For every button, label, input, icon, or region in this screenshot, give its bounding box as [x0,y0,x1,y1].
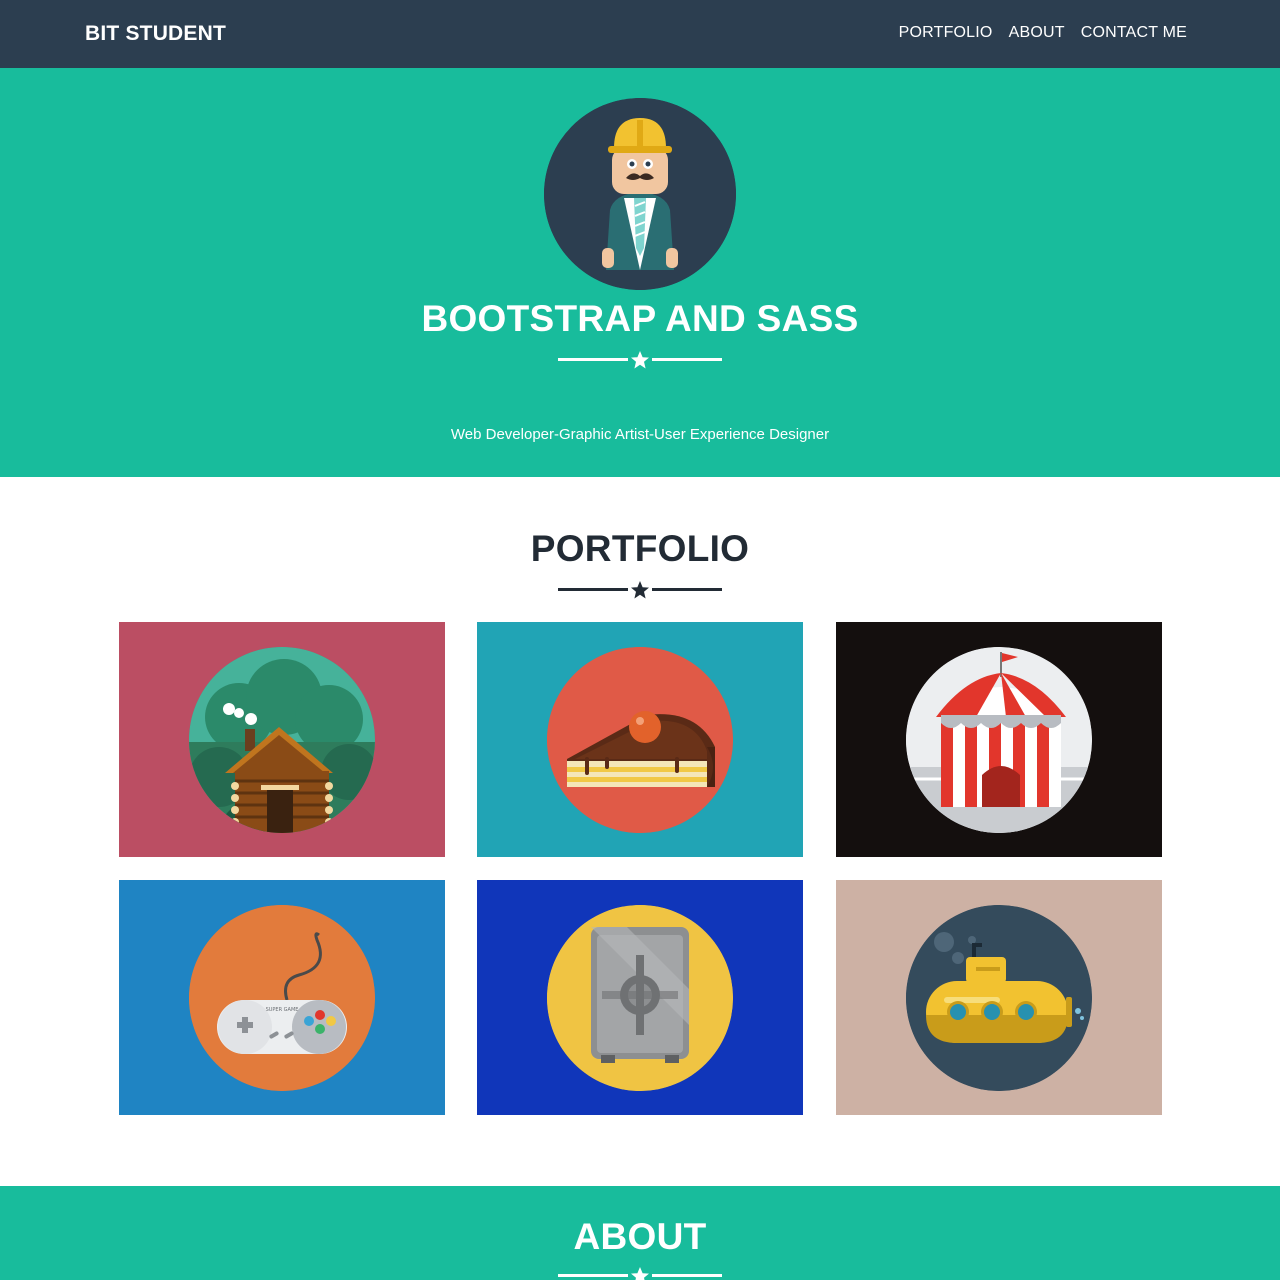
divider-line-right [652,1274,722,1277]
portfolio-item-circus[interactable] [836,622,1162,857]
portfolio-item-controller[interactable]: SUPER GAME [119,880,445,1115]
cake-icon [547,647,733,833]
star-icon [631,581,649,599]
portfolio-item-cake[interactable] [477,622,803,857]
star-icon [631,1267,649,1280]
portfolio-divider [558,580,722,600]
divider-line-left [558,358,628,361]
avatar-icon [544,98,736,290]
hero-divider [558,350,722,370]
circus-tent-icon [906,647,1092,833]
avatar [544,98,736,290]
divider-line-right [652,358,722,361]
hero-title: BOOTSTRAP AND SASS [421,298,859,339]
hero-subtitle: Web Developer-Graphic Artist-User Experi… [450,426,830,443]
controller-label: SUPER GAME [266,1007,299,1013]
portfolio-item-submarine[interactable] [836,880,1162,1115]
portfolio-title: PORTFOLIO [530,528,750,569]
nav-link-about[interactable]: ABOUT [1009,24,1065,42]
divider-line-left [558,588,628,591]
cabin-icon [189,647,375,833]
nav-link-portfolio[interactable]: PORTFOLIO [899,24,993,42]
portfolio-item-safe[interactable] [477,880,803,1115]
portfolio-item-cabin[interactable] [119,622,445,857]
nav-links: PORTFOLIO ABOUT CONTACT ME [899,24,1187,42]
about-section: ABOUT [0,1186,1280,1280]
about-divider [558,1266,722,1280]
nav-link-contact[interactable]: CONTACT ME [1081,24,1187,42]
star-icon [631,351,649,369]
hero-section: BOOTSTRAP AND SASS Web Developer-Graphic… [0,68,1280,477]
submarine-icon [906,905,1092,1091]
about-title: ABOUT [573,1216,707,1257]
brand-link[interactable]: BIT STUDENT [85,22,226,46]
game-controller-icon: SUPER GAME [189,905,375,1091]
divider-line-left [558,1274,628,1277]
safe-icon [547,905,733,1091]
divider-line-right [652,588,722,591]
navbar: BIT STUDENT PORTFOLIO ABOUT CONTACT ME [0,0,1280,68]
